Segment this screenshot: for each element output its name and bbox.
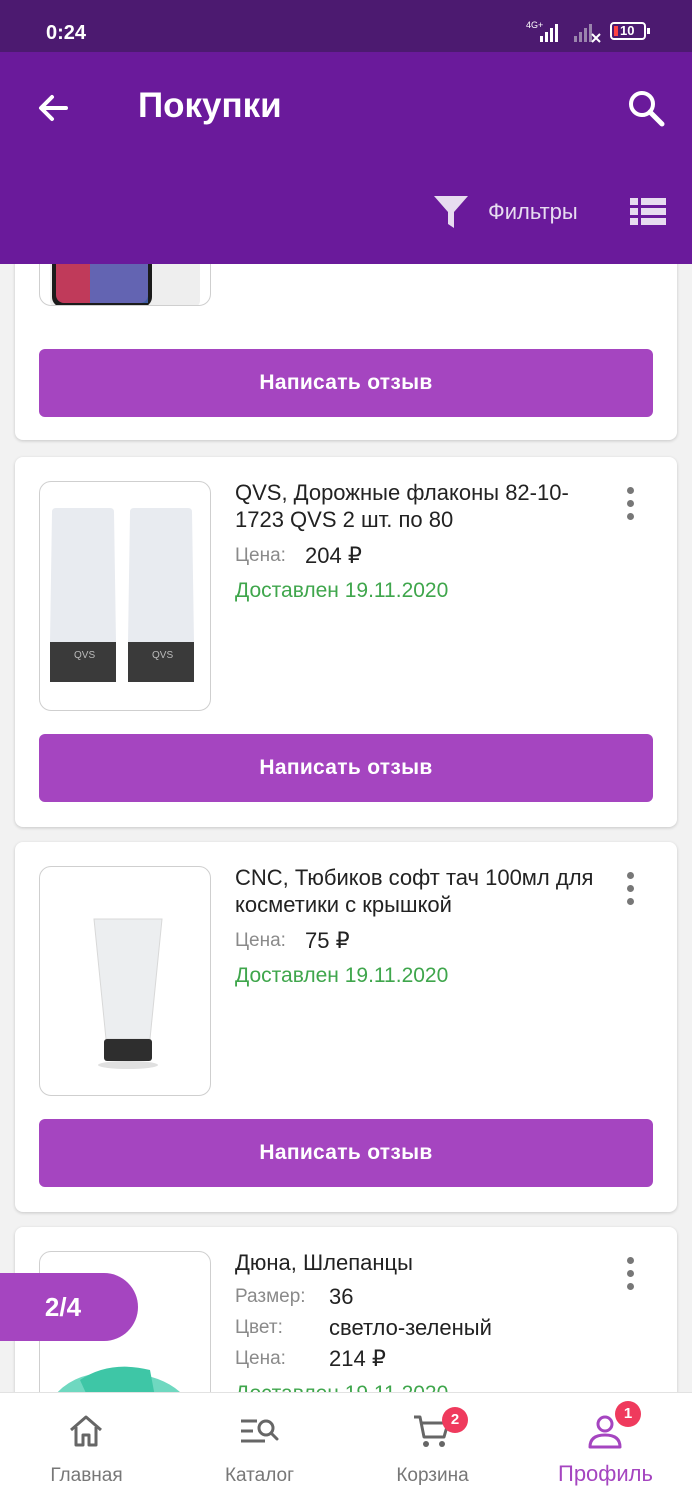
price-label: Цена: <box>235 545 286 566</box>
filters-label: Фильтры <box>488 199 578 224</box>
delivery-status: Доставлен 19.11.2020 <box>235 1382 448 1392</box>
home-icon <box>70 1415 102 1447</box>
product-name: QVS, Дорожные флаконы 82-10-1723 QVS 2 ш… <box>235 480 569 532</box>
nav-catalog-label: Каталог <box>224 1465 295 1486</box>
nav-cart[interactable]: 2 Корзина <box>346 1393 519 1500</box>
search-icon[interactable] <box>622 84 670 132</box>
product-image-bottles[interactable]: QVS QVS <box>39 481 211 711</box>
mobile-signal-icon: 4G+ <box>526 20 558 42</box>
color-value: светло-зеленый <box>329 1315 492 1340</box>
cart-badge: 2 <box>442 1407 468 1433</box>
price-label: Цена: <box>235 930 286 951</box>
price-row: Цена: 214 ₽ <box>235 1346 386 1371</box>
write-review-button[interactable]: Написать отзыв <box>39 734 653 802</box>
nav-profile[interactable]: 1 Профиль <box>519 1393 692 1500</box>
battery-icon: 10 <box>610 22 650 40</box>
size-row: Размер: 36 <box>235 1284 353 1309</box>
color-row: Цвет: светло-зеленый <box>235 1315 492 1340</box>
price-label: Цена: <box>235 1348 286 1369</box>
color-label: Цвет: <box>235 1317 283 1338</box>
filter-funnel-icon <box>434 196 468 228</box>
product-image-phone[interactable] <box>39 264 211 306</box>
svg-text:QVS: QVS <box>74 650 95 661</box>
nav-cart-label: Корзина <box>396 1465 469 1486</box>
size-value: 36 <box>329 1284 354 1309</box>
more-options-icon[interactable] <box>615 1255 645 1295</box>
nav-home-label: Главная <box>50 1465 123 1486</box>
order-card: Написать отзыв <box>15 264 677 440</box>
product-image-tube[interactable] <box>39 866 211 1096</box>
write-review-button[interactable]: Написать отзыв <box>39 1119 653 1187</box>
price-row: Цена: 75 ₽ <box>235 928 350 953</box>
order-card: CNC, Тюбиков софт тач 100мл для косметик… <box>15 842 677 1212</box>
status-bar: 0:24 4G+ 10 <box>0 0 692 52</box>
delivery-status: Доставлен 19.11.2020 <box>235 579 449 602</box>
catalog-search-icon <box>241 1419 279 1443</box>
secondary-signal-icon <box>574 24 601 43</box>
delivery-status: Доставлен 19.11.2020 <box>235 964 449 987</box>
product-name: CNC, Тюбиков софт тач 100мл для косметик… <box>235 865 594 917</box>
size-label: Размер: <box>235 1286 306 1307</box>
nav-profile-label: Профиль <box>558 1461 653 1486</box>
more-options-icon[interactable] <box>615 870 645 910</box>
product-name: Дюна, Шлепанцы <box>235 1250 413 1275</box>
app-bar: Покупки Фильтры <box>0 52 692 264</box>
svg-text:4G+: 4G+ <box>526 20 543 30</box>
orders-list[interactable]: Написать отзыв QVS QVS QVS, Дорожные фла… <box>0 264 692 1392</box>
status-time: 0:24 <box>46 22 87 44</box>
price-value: 214 ₽ <box>329 1346 386 1371</box>
filters-button[interactable]: Фильтры <box>432 192 578 232</box>
price-value: 75 ₽ <box>305 928 350 953</box>
order-card: QVS QVS QVS, Дорожные флаконы 82-10-1723… <box>15 457 677 827</box>
price-row: Цена: 204 ₽ <box>235 543 362 568</box>
page-indicator: 2/4 <box>0 1273 138 1341</box>
svg-text:QVS: QVS <box>152 650 173 661</box>
page-title: Покупки <box>138 86 282 125</box>
price-value: 204 ₽ <box>305 543 362 568</box>
nav-catalog[interactable]: Каталог <box>173 1393 346 1500</box>
back-arrow-icon[interactable] <box>30 84 78 132</box>
more-options-icon[interactable] <box>615 485 645 525</box>
nav-home[interactable]: Главная <box>0 1393 173 1500</box>
profile-badge: 1 <box>615 1401 641 1427</box>
list-view-icon[interactable] <box>630 196 666 228</box>
bottom-navigation: Главная Каталог 2 Корзина 1 Профиль <box>0 1392 692 1500</box>
write-review-button[interactable]: Написать отзыв <box>39 349 653 417</box>
